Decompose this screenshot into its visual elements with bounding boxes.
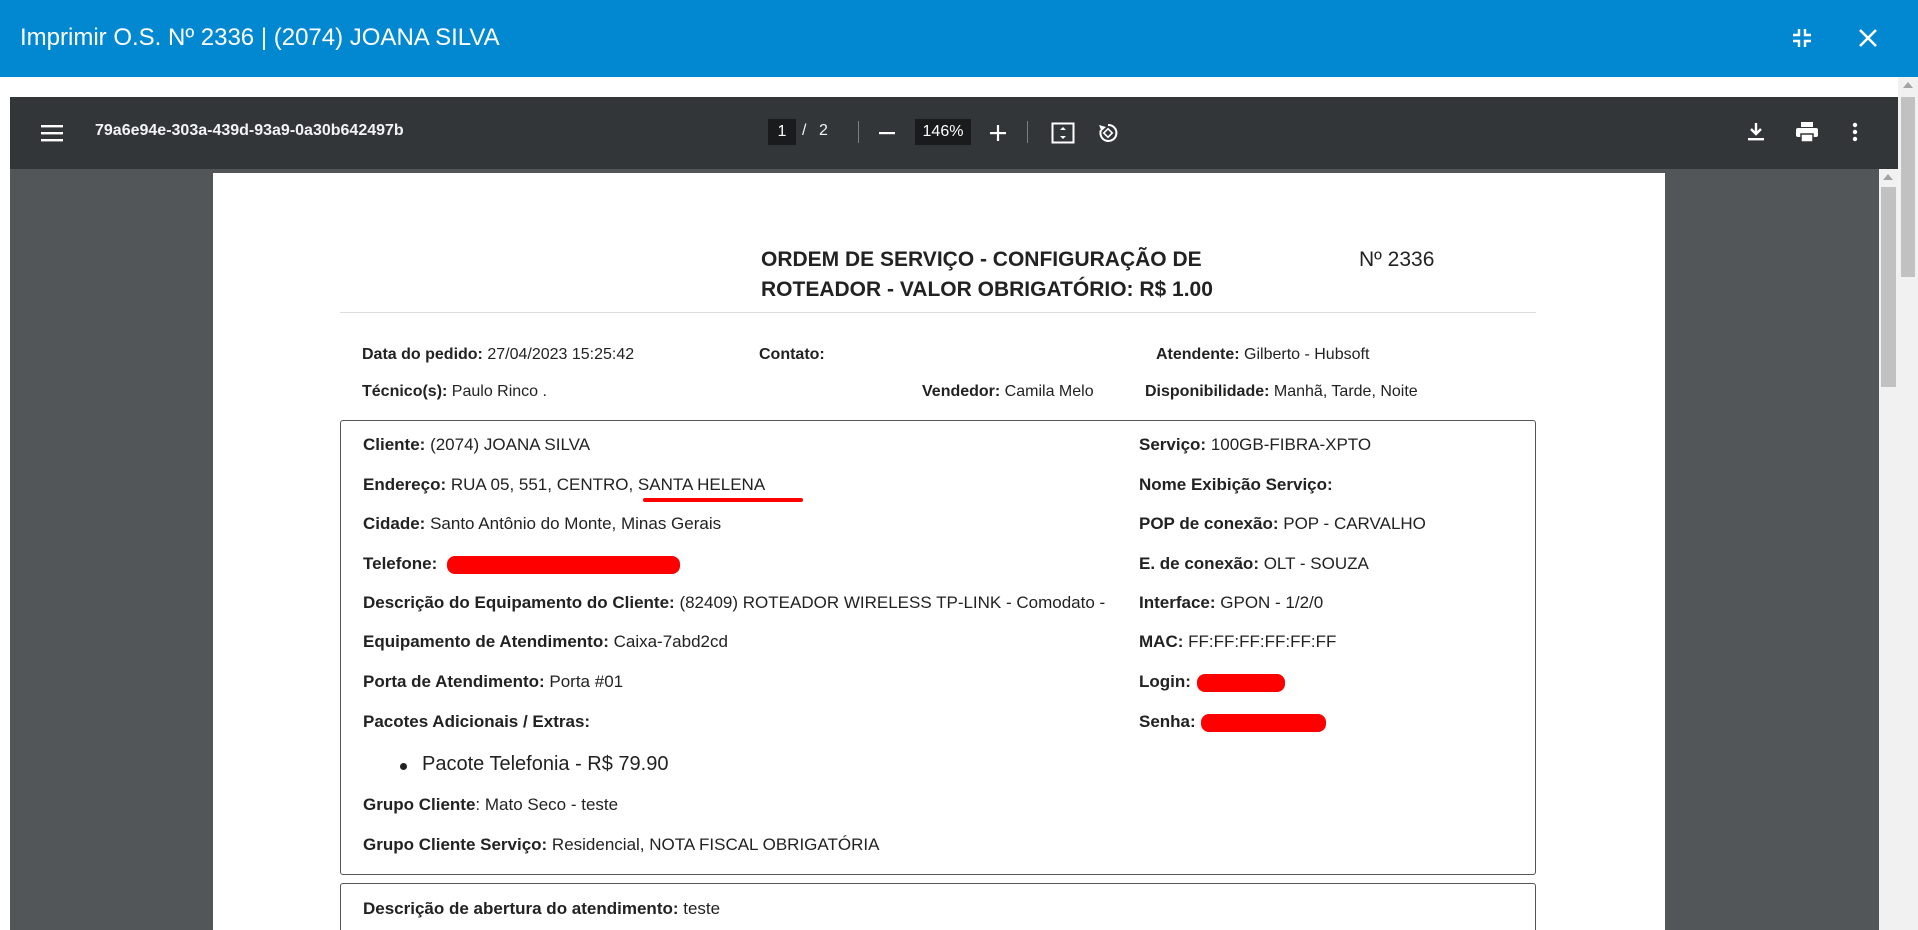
scroll-up-icon[interactable] [1903, 82, 1913, 88]
fit-page-icon [1051, 122, 1075, 144]
os-title-line2: ROTEADOR - VALOR OBRIGATÓRIO: R$ 1.00 [761, 278, 1213, 301]
compress-button[interactable] [1784, 20, 1820, 56]
field-mac: MAC: FF:FF:FF:FF:FF:FF [1139, 632, 1337, 651]
os-number: Nº 2336 [1359, 248, 1435, 271]
field-interface: Interface: GPON - 1/2/0 [1139, 593, 1324, 612]
dialog-header: Imprimir O.S. Nº 2336 | (2074) JOANA SIL… [0, 0, 1918, 77]
fit-page-button[interactable] [1050, 120, 1076, 146]
pdf-scroll-up-icon[interactable] [1883, 174, 1893, 180]
redaction-senha [1201, 714, 1326, 732]
compress-icon [1793, 29, 1811, 47]
field-senha: Senha: [1139, 712, 1196, 731]
field-nome-exibicao: Nome Exibição Serviço: [1139, 475, 1333, 494]
zoom-in-button[interactable] [986, 121, 1010, 145]
dialog-title: Imprimir O.S. Nº 2336 | (2074) JOANA SIL… [20, 24, 500, 51]
rotate-button[interactable] [1095, 120, 1121, 146]
pdf-scroll-thumb[interactable] [1881, 187, 1896, 387]
zoom-out-button[interactable] [875, 121, 899, 145]
menu-button[interactable] [40, 121, 64, 145]
pdf-viewer: 79a6e94e-303a-439d-93a9-0a30b642497b 1 /… [10, 97, 1898, 930]
field-grupo-servico: Grupo Cliente Serviço: Residencial, NOTA… [363, 835, 880, 854]
meta-tecnico: Técnico(s): Paulo Rinco . [362, 383, 547, 400]
outer-scrollbar[interactable] [1898, 77, 1918, 930]
page-number-input[interactable]: 1 [768, 119, 796, 145]
address-underline-mark [643, 498, 803, 502]
menu-icon [41, 125, 63, 142]
meta-atendente: Atendente: Gilberto - Hubsoft [1156, 346, 1370, 363]
more-icon [1852, 122, 1858, 142]
meta-vendedor: Vendedor: Camila Melo [922, 383, 1094, 400]
meta-disponibilidade: Disponibilidade: Manhã, Tarde, Noite [1145, 383, 1418, 400]
zoom-in-icon [990, 125, 1006, 141]
close-button[interactable] [1850, 20, 1886, 56]
field-pop: POP de conexão: POP - CARVALHO [1139, 514, 1426, 533]
print-button[interactable] [1794, 120, 1820, 144]
field-servico: Serviço: 100GB-FIBRA-XPTO [1139, 435, 1372, 454]
field-equipamento-cliente: Descrição do Equipamento do Cliente: (82… [363, 593, 1106, 612]
download-button[interactable] [1744, 120, 1768, 144]
field-e-conexao: E. de conexão: OLT - SOUZA [1139, 554, 1369, 573]
field-equipamento-atendimento: Equipamento de Atendimento: Caixa-7abd2c… [363, 632, 728, 651]
field-porta: Porta de Atendimento: Porta #01 [363, 672, 624, 691]
pdf-toolbar: 79a6e94e-303a-439d-93a9-0a30b642497b 1 /… [10, 97, 1898, 169]
meta-data-pedido: Data do pedido: 27/04/2023 15:25:42 [362, 346, 635, 363]
document-name: 79a6e94e-303a-439d-93a9-0a30b642497b [95, 122, 404, 139]
field-grupo-cliente: Grupo Cliente: Mato Seco - teste [363, 795, 619, 814]
outer-scroll-thumb[interactable] [1901, 97, 1915, 277]
redaction-login [1197, 674, 1285, 692]
field-telefone: Telefone: [363, 554, 438, 573]
os-title-line1: ORDEM DE SERVIÇO - CONFIGURAÇÃO DE [761, 248, 1202, 271]
field-descricao: Descrição de abertura do atendimento: te… [363, 899, 721, 918]
close-icon [1859, 29, 1877, 47]
redaction-telefone [447, 556, 680, 574]
pdf-page: ORDEM DE SERVIÇO - CONFIGURAÇÃO DE ROTEA… [213, 173, 1665, 930]
field-cliente: Cliente: (2074) JOANA SILVA [363, 435, 591, 454]
zoom-out-icon [879, 132, 895, 135]
meta-contato: Contato: [759, 346, 825, 363]
print-icon [1796, 122, 1818, 142]
zoom-input[interactable]: 146% [915, 119, 971, 145]
pdf-scrollbar[interactable] [1879, 169, 1898, 930]
page-separator: / [802, 122, 807, 139]
more-button[interactable] [1845, 120, 1865, 144]
divider [340, 312, 1536, 313]
field-cidade: Cidade: Santo Antônio do Monte, Minas Ge… [363, 514, 722, 533]
rotate-icon [1099, 123, 1118, 142]
toolbar-divider [1027, 121, 1028, 143]
field-pacotes: Pacotes Adicionais / Extras: [363, 712, 591, 731]
os-title: ORDEM DE SERVIÇO - CONFIGURAÇÃO DE ROTEA… [761, 245, 1261, 305]
download-icon [1748, 123, 1764, 141]
toolbar-divider [858, 121, 859, 143]
page-total: 2 [819, 122, 828, 139]
pacote-item: Pacote Telefonia - R$ 79.90 [399, 753, 669, 775]
field-login: Login: [1139, 672, 1191, 691]
field-endereco: Endereço: RUA 05, 551, CENTRO, SANTA HEL… [363, 475, 766, 494]
